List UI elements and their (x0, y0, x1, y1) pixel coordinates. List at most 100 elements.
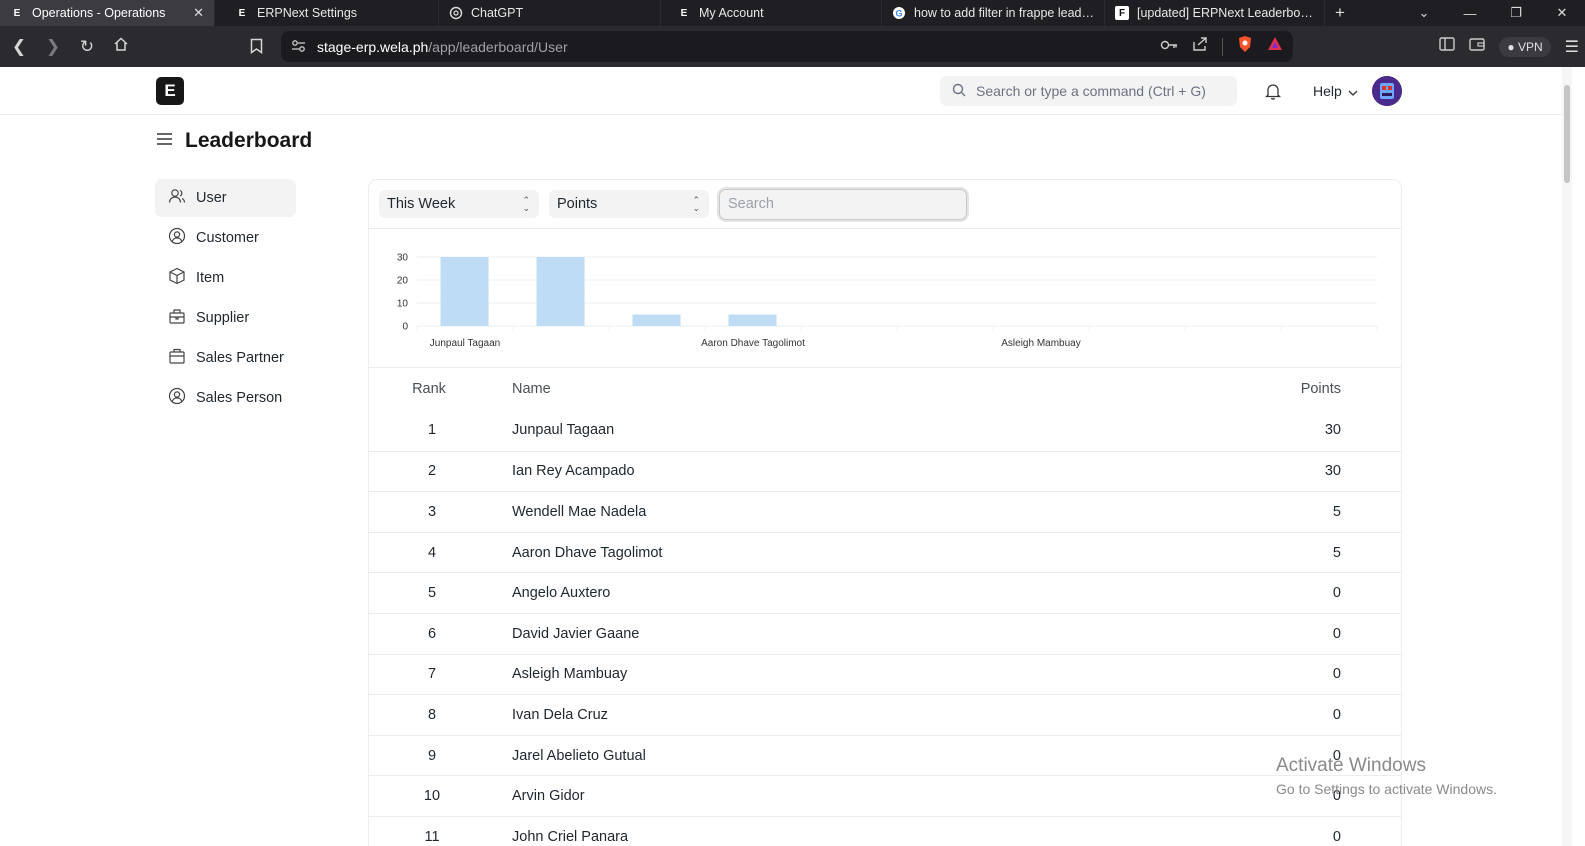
select-arrows-icon: ⌃ ⌄ (692, 195, 700, 213)
menu-icon[interactable]: ☰ (1565, 37, 1579, 57)
page-scrollbar[interactable] (1562, 67, 1572, 846)
help-dropdown[interactable]: Help (1313, 83, 1358, 99)
table-header: Rank Name Points (369, 368, 1401, 410)
browser-tab[interactable]: F [updated] ERPNext Leaderboard - (1105, 0, 1325, 26)
points-cell: 5 (1332, 503, 1341, 520)
url-path: /app/leaderboard/User (428, 38, 568, 55)
points-cell: 0 (1332, 625, 1341, 642)
watermark-subtitle: Go to Settings to activate Windows. (1276, 781, 1497, 797)
name-cell: Ivan Dela Cruz (512, 706, 608, 723)
table-row: 11 John Criel Panara 0 (369, 815, 1401, 846)
timespan-value: This Week (387, 196, 456, 212)
chevron-down-icon (1348, 83, 1358, 99)
site-settings-icon[interactable] (291, 39, 306, 58)
y-tick-label: 0 (402, 322, 408, 333)
share-icon[interactable] (1192, 36, 1208, 57)
close-window-icon[interactable]: ✕ (1539, 5, 1585, 21)
brave-rewards-icon[interactable] (1267, 36, 1283, 57)
rank-cell: 10 (423, 788, 441, 805)
browser-tab[interactable]: E Operations - Operations ✕ (0, 0, 215, 26)
browser-toolbar: ❮ ❯ ↻ stage-erp.wela.ph/app/leaderboard/… (0, 26, 1585, 67)
scrollbar-thumb[interactable] (1564, 85, 1570, 183)
url-text: stage-erp.wela.ph/app/leaderboard/User (317, 39, 568, 55)
help-label: Help (1313, 83, 1342, 99)
app-logo[interactable]: E (156, 77, 184, 105)
sidebar-item-label: Item (196, 270, 225, 286)
erpnext-favicon-icon: E (238, 7, 246, 19)
table-row: 9 Jarel Abelieto Gutual 0 (369, 734, 1401, 776)
bar-chart-svg: 0 10 20 30 Junpaul Tagaan Aaron Dhave Tagolim… (397, 253, 1378, 349)
y-tick-label: 20 (397, 276, 409, 287)
search-icon (952, 83, 966, 100)
sales-person-icon (168, 387, 186, 409)
bookmark-icon[interactable] (250, 38, 263, 59)
browser-right-actions: ● VPN ☰ (1439, 26, 1585, 67)
sidebar-toggle-icon[interactable] (1439, 37, 1456, 56)
points-cell: 30 (1324, 422, 1341, 439)
sidebar-item-supplier[interactable]: Supplier (155, 299, 296, 337)
browser-tab[interactable]: E ERPNext Settings (215, 0, 439, 26)
close-tab-icon[interactable]: ✕ (193, 5, 204, 21)
sidebar-item-sales-person[interactable]: Sales Person (155, 379, 296, 417)
search-placeholder: Search or type a command (Ctrl + G) (976, 83, 1206, 99)
item-box-icon (168, 267, 186, 289)
app-navbar: E Search or type a command (Ctrl + G) He… (0, 67, 1562, 115)
bar (728, 314, 777, 326)
leaderboard-search-input[interactable] (719, 188, 967, 220)
browser-tab[interactable]: G how to add filter in frappe leaderl (882, 0, 1105, 26)
chatgpt-favicon-icon (449, 6, 463, 20)
url-bar[interactable]: stage-erp.wela.ph/app/leaderboard/User (281, 31, 1293, 62)
points-cell: 5 (1332, 544, 1341, 561)
forward-icon[interactable]: ❯ (36, 37, 70, 57)
sidebar-item-item[interactable]: Item (155, 259, 296, 297)
password-key-icon[interactable] (1160, 38, 1178, 56)
name-cell: Arvin Gidor (512, 788, 585, 805)
bar (536, 257, 585, 326)
browser-tab[interactable]: ChatGPT (439, 0, 661, 26)
back-icon[interactable]: ❮ (2, 37, 36, 57)
user-avatar[interactable] (1372, 76, 1402, 106)
rank-cell: 5 (427, 585, 437, 602)
vpn-button[interactable]: ● VPN (1499, 36, 1551, 57)
name-cell: Angelo Auxtero (512, 585, 611, 602)
name-cell: Asleigh Mambuay (512, 666, 628, 683)
rank-cell: 11 (424, 828, 440, 845)
frappe-favicon-icon: F (1115, 6, 1129, 20)
brave-shield-icon[interactable] (1237, 35, 1253, 58)
sidebar-item-sales-partner[interactable]: Sales Partner (155, 339, 296, 377)
points-cell: 0 (1332, 666, 1341, 683)
google-favicon-icon: G (892, 6, 906, 20)
reload-icon[interactable]: ↻ (70, 37, 104, 57)
home-icon[interactable] (104, 36, 138, 57)
table-row: 6 David Javier Gaane 0 (369, 612, 1401, 654)
table-row: 4 Aaron Dhave Tagolimot 5 (369, 531, 1401, 573)
sidebar-item-customer[interactable]: Customer (155, 219, 296, 257)
minimize-icon[interactable]: — (1447, 6, 1493, 21)
browser-tab[interactable]: E My Account (661, 0, 882, 26)
tab-title: Operations - Operations (32, 6, 166, 20)
notification-bell-icon[interactable] (1264, 82, 1282, 105)
sidebar-item-user[interactable]: User (155, 179, 296, 217)
rank-cell: 1 (427, 422, 437, 439)
points-cell: 0 (1332, 585, 1341, 602)
tab-title: ERPNext Settings (257, 6, 358, 20)
tab-search-chevron-icon[interactable]: ⌄ (1401, 5, 1447, 21)
page-head: Leaderboard (156, 129, 312, 153)
watermark-title: Activate Windows (1276, 755, 1426, 776)
erpnext-favicon-icon: E (680, 7, 688, 19)
awesomebar-search[interactable]: Search or type a command (Ctrl + G) (940, 76, 1237, 106)
new-tab-icon[interactable]: + (1325, 3, 1355, 23)
name-cell: David Javier Gaane (512, 625, 640, 642)
field-value: Points (557, 196, 598, 212)
restore-icon[interactable]: ❐ (1493, 5, 1539, 21)
erpnext-favicon-icon: E (13, 7, 21, 19)
wallet-icon[interactable] (1469, 37, 1486, 56)
name-cell: John Criel Panara (512, 828, 629, 845)
y-tick-label: 10 (397, 299, 409, 310)
table-row: 1 Junpaul Tagaan 30 (369, 410, 1401, 451)
sidebar-toggle-hamburger-icon[interactable] (156, 132, 173, 151)
field-select[interactable]: Points ⌃ ⌄ (549, 190, 709, 218)
timespan-select[interactable]: This Week ⌃ ⌄ (379, 190, 539, 218)
rank-cell: 3 (427, 503, 437, 520)
select-arrows-icon: ⌃ ⌄ (522, 195, 530, 213)
